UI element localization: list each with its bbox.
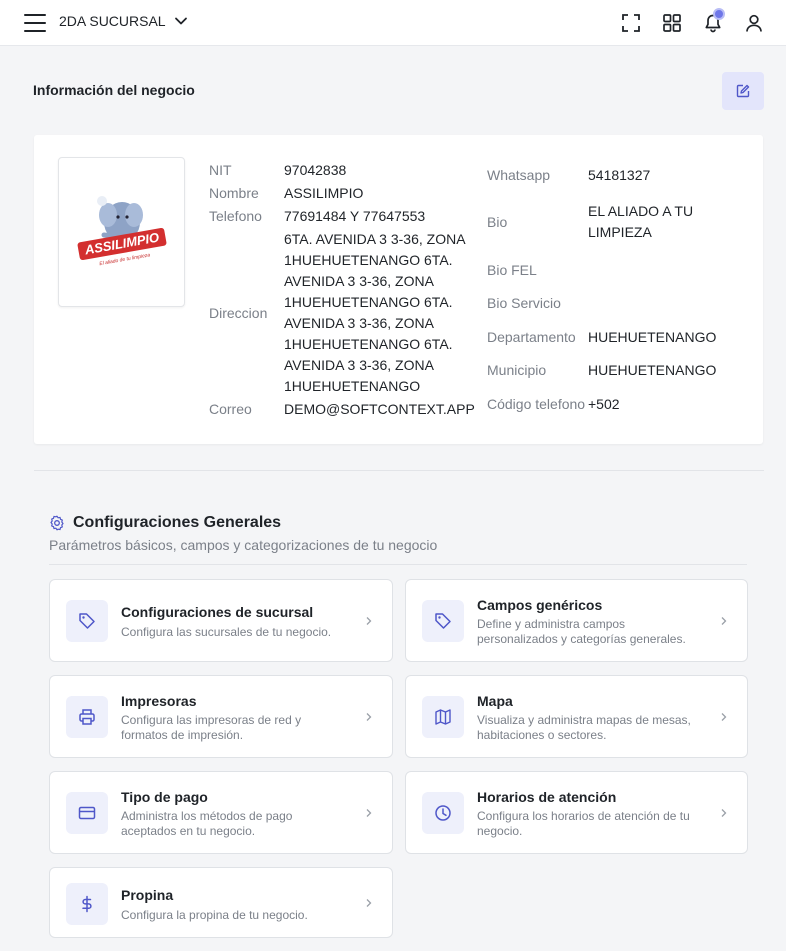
bio-fel-label: Bio FEL (487, 262, 537, 278)
correo-value: DEMO@SOFTCONTEXT.APP (284, 401, 475, 417)
correo-label: Correo (209, 401, 252, 417)
map-icon (422, 696, 464, 738)
nombre-value: ASSILIMPIO (284, 185, 364, 201)
direccion-label: Direccion (209, 305, 268, 321)
chevron-right-icon (721, 617, 727, 625)
codigo-telefono-label: Código telefono (487, 396, 586, 412)
tile-desc: Configura las impresoras de red y format… (121, 713, 302, 742)
config-title: Configuraciones Generales (73, 514, 282, 531)
edit-business-button[interactable] (722, 72, 764, 110)
bell-icon[interactable] (701, 8, 725, 35)
tile-configuraciones-sucursal[interactable]: Configuraciones de sucursal Configura la… (49, 579, 393, 662)
notification-badge (713, 8, 725, 20)
gear-icon (50, 515, 64, 531)
business-section-title: Información del negocio (33, 82, 195, 98)
tile-title: Impresoras (121, 693, 197, 709)
tile-title: Mapa (477, 693, 513, 709)
nit-value: 97042838 (284, 162, 347, 178)
tile-mapa[interactable]: Mapa Visualiza y administra mapas de mes… (405, 675, 748, 758)
departamento-value: HUEHUETENANGO (588, 329, 717, 345)
tile-desc: Configura los horarios de atención de tu… (477, 809, 690, 838)
nombre-label: Nombre (209, 185, 259, 201)
clock-icon (422, 792, 464, 834)
user-icon[interactable] (742, 11, 766, 35)
branch-selector[interactable]: 2DA SUCURSAL (59, 13, 188, 29)
bio-label: Bio (487, 214, 508, 230)
nit-label: NIT (209, 162, 232, 178)
tile-title: Horarios de atención (477, 789, 617, 805)
tile-desc: Configura la propina de tu negocio. (121, 908, 308, 922)
chevron-right-icon (366, 617, 372, 625)
top-bar: 2DA SUCURSAL (0, 0, 786, 46)
config-header: Configuraciones Generales (49, 514, 281, 532)
edit-icon (736, 84, 750, 98)
branch-label: 2DA SUCURSAL (59, 13, 166, 29)
tile-tipo-de-pago[interactable]: Tipo de pago Administra los métodos de p… (49, 771, 393, 854)
business-info-card: ASSILIMPIO El aliado de tu limpieza NIT … (34, 135, 763, 444)
apps-grid-icon[interactable] (660, 11, 684, 35)
municipio-label: Municipio (487, 362, 547, 378)
tile-desc: Configura las sucursales de tu negocio. (121, 625, 332, 639)
fullscreen-icon[interactable] (619, 11, 643, 35)
tile-impresoras[interactable]: Impresoras Configura las impresoras de r… (49, 675, 393, 758)
chevron-right-icon (721, 713, 727, 721)
dollar-icon (66, 883, 108, 925)
chevron-right-icon (366, 899, 372, 907)
section-divider (34, 470, 764, 471)
tag-icon (66, 600, 108, 642)
bio-value: EL ALIADO A TU LIMPIEZA (588, 203, 694, 240)
credit-card-icon (66, 792, 108, 834)
tile-propina[interactable]: Propina Configura la propina de tu negoc… (49, 867, 393, 938)
tag-icon (422, 600, 464, 642)
direccion-value: 6TA. AVENIDA 3 3-36, ZONA 1HUEHUETENANGO… (284, 231, 466, 394)
business-logo: ASSILIMPIO El aliado de tu limpieza (58, 157, 185, 307)
chevron-down-icon (174, 17, 187, 25)
chevron-right-icon (721, 809, 727, 817)
whatsapp-label: Whatsapp (487, 167, 551, 183)
tile-title: Tipo de pago (121, 789, 208, 805)
telefono-label: Telefono (209, 208, 262, 224)
tile-title: Campos genéricos (477, 597, 603, 613)
departamento-label: Departamento (487, 329, 576, 345)
tile-desc: Define y administra campos personalizado… (477, 617, 686, 646)
tile-title: Propina (121, 887, 174, 903)
config-divider (49, 564, 747, 565)
config-subtitle: Parámetros básicos, campos y categorizac… (49, 537, 438, 553)
tile-desc: Visualiza y administra mapas de mesas, h… (477, 713, 691, 742)
tile-horarios-de-atencion[interactable]: Horarios de atención Configura los horar… (405, 771, 748, 854)
printer-icon (66, 696, 108, 738)
menu-icon[interactable] (24, 14, 46, 32)
bio-servicio-label: Bio Servicio (487, 295, 561, 311)
municipio-value: HUEHUETENANGO (588, 362, 717, 378)
codigo-telefono-value: +502 (588, 396, 620, 412)
chevron-right-icon (366, 713, 372, 721)
tile-desc: Administra los métodos de pago aceptados… (121, 809, 293, 838)
tile-title: Configuraciones de sucursal (121, 604, 314, 620)
telefono-value: 77691484 Y 77647553 (284, 208, 426, 224)
chevron-right-icon (366, 809, 372, 817)
tile-campos-genericos[interactable]: Campos genéricos Define y administra cam… (405, 579, 748, 662)
whatsapp-value: 54181327 (588, 167, 651, 183)
